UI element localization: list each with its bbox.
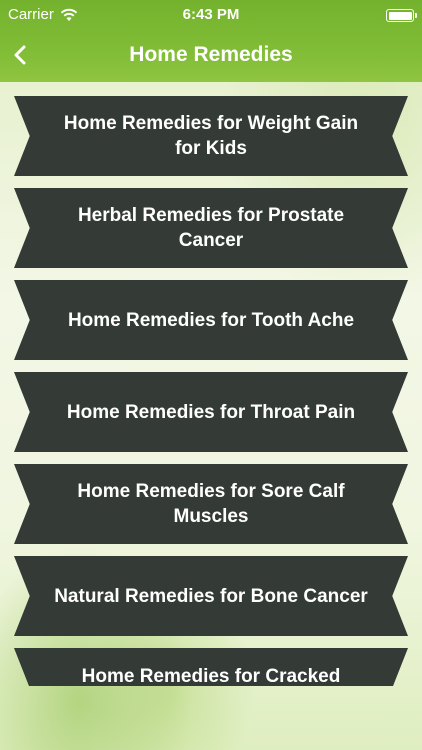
list-item[interactable]: Home Remedies for Tooth Ache (14, 280, 408, 360)
nav-bar: Home Remedies (0, 30, 422, 82)
list-item-label: Home Remedies for Cracked (81, 666, 341, 686)
list-item-label: Herbal Remedies for Prostate Cancer (77, 205, 345, 251)
list-item[interactable]: Natural Remedies for Bone Cancer (14, 556, 408, 636)
page-title: Home Remedies (129, 43, 293, 66)
battery-icon (386, 9, 417, 22)
list-item-label: Home Remedies for Weight Gain for Kids (63, 113, 359, 159)
status-bar: Carrier 6:43 PM (0, 0, 422, 30)
header: Carrier 6:43 PM Home Remedies (0, 0, 422, 82)
list-item[interactable]: Home Remedies for Throat Pain (14, 372, 408, 452)
list-item[interactable]: Herbal Remedies for Prostate Cancer (14, 188, 408, 268)
list-item-label: Natural Remedies for Bone Cancer (54, 585, 368, 607)
list-item-label: Home Remedies for Tooth Ache (67, 309, 355, 331)
list-item[interactable]: Home Remedies for Cracked (14, 648, 408, 686)
list-item-label: Home Remedies for Throat Pain (66, 401, 356, 423)
list-item-label: Home Remedies for Sore Calf Muscles (77, 481, 345, 527)
list-item[interactable]: Home Remedies for Weight Gain for Kids (14, 96, 408, 176)
status-time: 6:43 PM (182, 6, 240, 23)
remedies-list[interactable]: Home Remedies for Weight Gain for Kids H… (0, 94, 422, 686)
list-item[interactable]: Home Remedies for Sore Calf Muscles (14, 464, 408, 544)
battery-fill (388, 11, 412, 20)
